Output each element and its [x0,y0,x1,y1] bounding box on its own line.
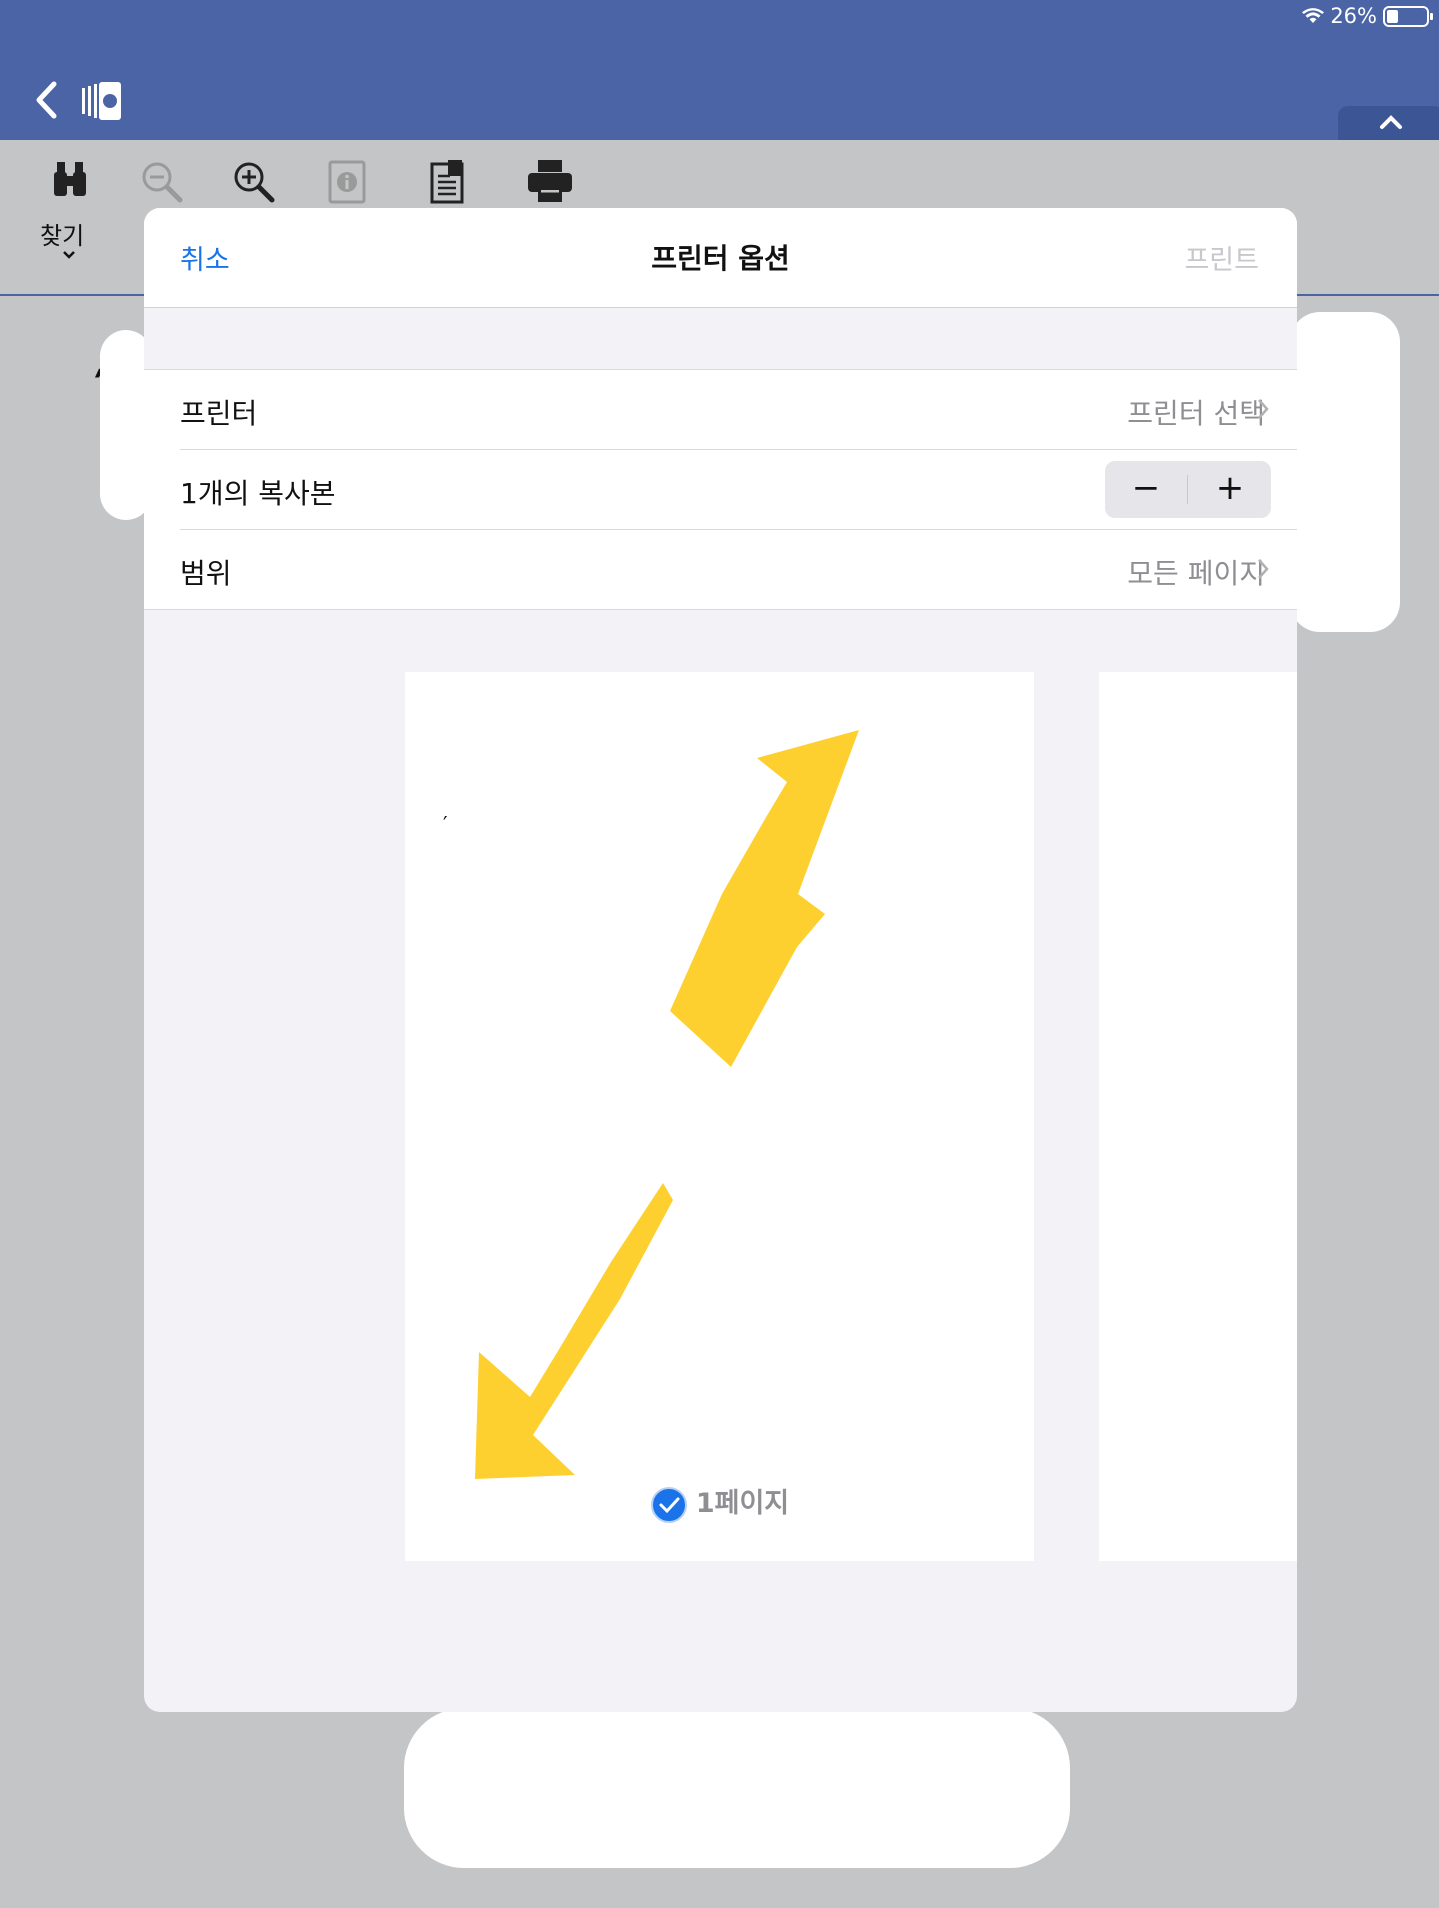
checkmark-circle-icon [650,1486,687,1523]
chevron-right-icon [1258,559,1269,579]
zoom-out-icon[interactable] [140,160,184,204]
print-settings-list: 프린터 프린터 선택 1개의 복사본 − + 범위 모든 페이지 [144,369,1297,610]
decrement-button[interactable]: − [1105,461,1187,518]
page-selection[interactable]: 1페이지 [405,1481,1034,1524]
arrow-down-left [475,1183,673,1479]
redaction-mark [404,1708,1070,1868]
copies-label: 1개의 복사본 [180,477,336,510]
back-button[interactable] [30,78,62,122]
app-logo-icon [82,82,121,120]
battery-icon [1383,5,1433,27]
page-number-label: 1페이지 [695,1488,790,1519]
range-row[interactable]: 범위 모든 페이지 [180,530,1297,609]
copies-row: 1개의 복사본 − + [180,450,1297,530]
chevron-down-icon[interactable] [62,250,76,260]
info-icon[interactable] [328,160,366,204]
printer-row[interactable]: 프린터 프린터 선택 [180,370,1297,450]
printer-icon[interactable] [528,160,572,202]
printer-value: 프린터 선택 [1127,397,1265,430]
annotation-arrows [475,730,859,1479]
next-page-preview[interactable] [1099,672,1297,1561]
printer-label: 프린터 [180,397,258,430]
dialog-header: 취소 프린터 옵션 프린트 [144,208,1297,308]
binoculars-icon [54,162,86,196]
copies-stepper[interactable]: − + [1105,461,1271,518]
battery-percentage: 26% [1330,4,1377,28]
redaction-mark [1290,312,1400,632]
top-app-bar: 26% [0,0,1439,140]
print-button[interactable]: 프린트 [1184,238,1259,277]
stepper-divider [1187,475,1188,504]
page-preview[interactable]: ′ 1페이지 [405,672,1034,1561]
arrow-up-right [670,730,859,1067]
printer-options-dialog: 취소 프린터 옵션 프린트 프린터 프린터 선택 1개의 복사본 − + 범위 … [144,208,1297,1712]
zoom-in-icon[interactable] [232,160,276,204]
range-value: 모든 페이지 [1127,557,1265,590]
document-icon[interactable] [430,160,466,204]
chevron-up-icon [1380,115,1402,129]
wifi-icon [1302,8,1325,23]
range-label: 범위 [180,557,232,590]
find-button[interactable] [52,160,88,202]
collapse-toolbar-button[interactable] [1338,106,1439,140]
chevron-right-icon [1258,399,1269,419]
increment-button[interactable]: + [1189,461,1271,518]
find-label: 찾기 [40,222,85,250]
status-bar: 26% [1302,4,1433,28]
dialog-title: 프린터 옵션 [651,242,790,275]
